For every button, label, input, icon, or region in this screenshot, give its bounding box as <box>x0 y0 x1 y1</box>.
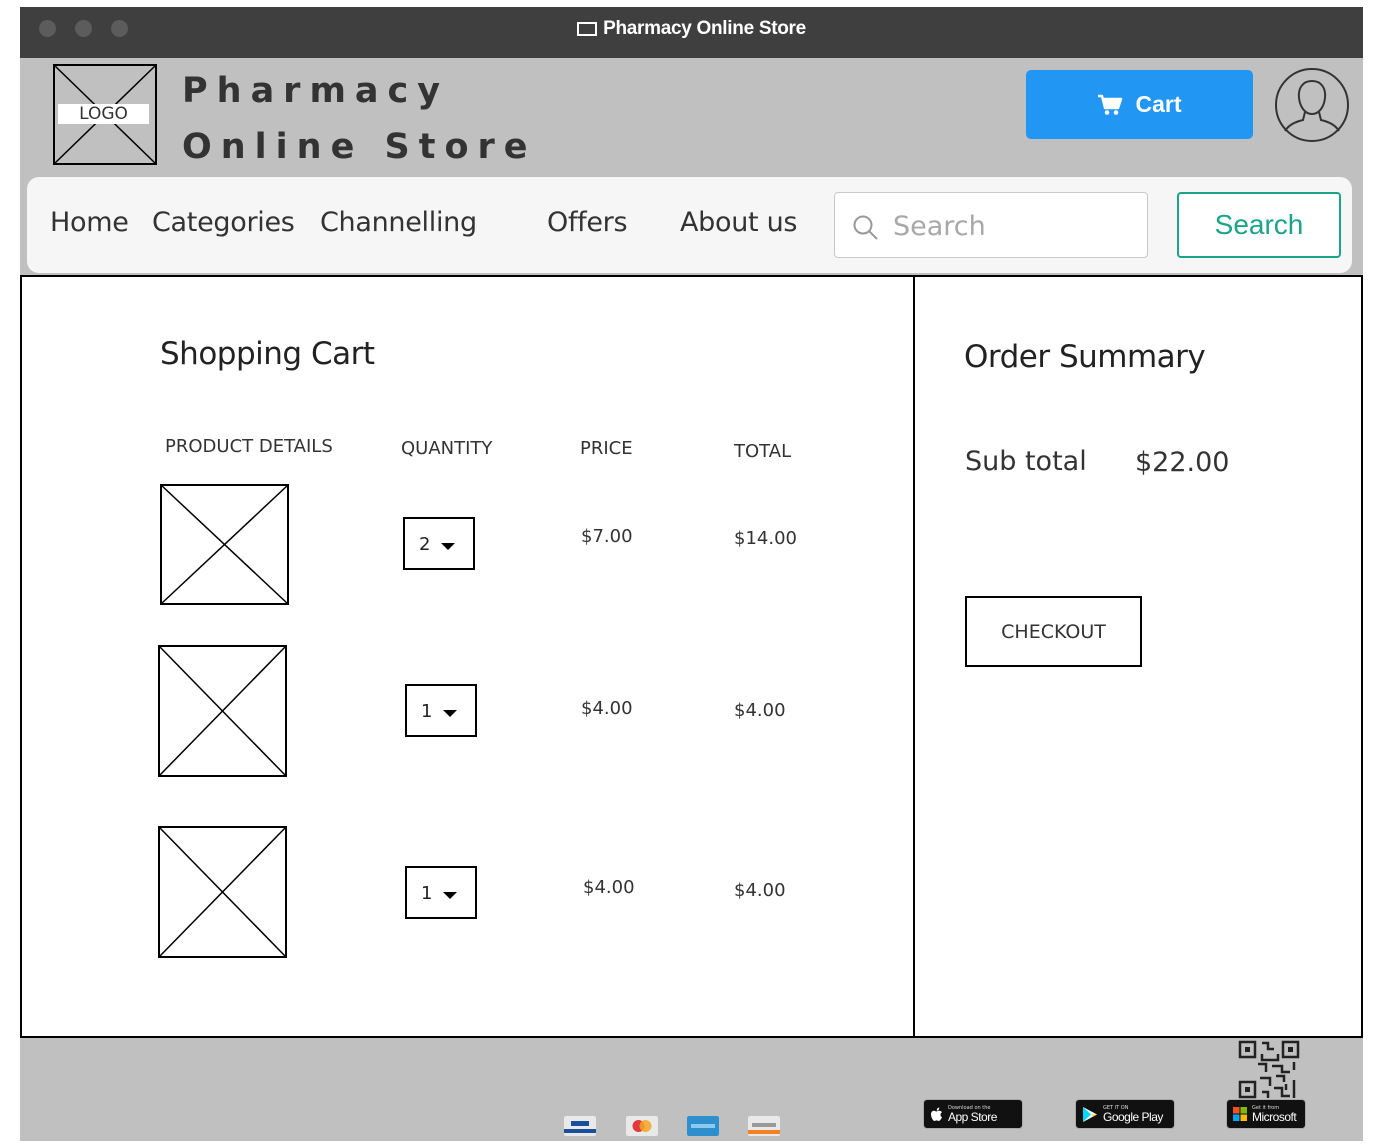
subtotal-label: Sub total <box>965 446 1087 477</box>
amex-icon <box>687 1116 719 1136</box>
navigation-bar: Home Categories Channelling Offers About… <box>27 177 1352 273</box>
dropdown-arrow-icon <box>443 892 457 899</box>
item-total: $4.00 <box>734 880 786 901</box>
column-header-total: TOTAL <box>734 441 792 462</box>
image-placeholder-icon <box>160 484 289 605</box>
app-store-big-text: App Store <box>948 1110 997 1124</box>
panel-divider <box>913 277 915 1042</box>
product-image-placeholder[interactable] <box>158 645 287 777</box>
search-icon <box>853 215 878 240</box>
cart-button-label: Cart <box>1135 91 1182 117</box>
order-summary-heading: Order Summary <box>964 339 1206 375</box>
item-price: $4.00 <box>583 877 635 898</box>
app-store-badge-text: Download on the App Store <box>948 1105 997 1123</box>
quantity-value: 1 <box>421 883 433 904</box>
site-header: LOGO Pharmacy Online Store Cart Home Cat… <box>20 58 1363 278</box>
nav-item-categories[interactable]: Categories <box>152 207 295 238</box>
brand-name-line1: Pharmacy <box>182 71 450 111</box>
shopping-cart-heading: Shopping Cart <box>160 336 375 372</box>
checkout-button[interactable]: CHECKOUT <box>965 596 1142 667</box>
visa-icon <box>564 1116 596 1136</box>
shopping-cart-icon <box>1098 94 1123 115</box>
nav-item-home[interactable]: Home <box>50 207 129 238</box>
quantity-value: 1 <box>421 701 433 722</box>
nav-item-offers[interactable]: Offers <box>547 207 628 238</box>
column-header-product-details: PRODUCT DETAILS <box>165 436 333 457</box>
user-avatar-svg <box>1275 68 1349 142</box>
microsoft-big-text: Microsoft <box>1252 1110 1297 1124</box>
mastercard-icon <box>626 1116 658 1136</box>
product-image-placeholder[interactable] <box>158 826 287 958</box>
google-play-badge[interactable]: GET IT ON Google Play <box>1075 1099 1175 1129</box>
window-title: Pharmacy Online Store <box>20 7 1363 51</box>
microsoft-icon <box>1233 1107 1247 1121</box>
item-total: $4.00 <box>734 700 786 721</box>
app-store-badge[interactable]: Download on the App Store <box>923 1099 1023 1129</box>
item-price: $7.00 <box>581 526 633 547</box>
subtotal-value: $22.00 <box>1135 447 1230 478</box>
nav-item-channelling[interactable]: Channelling <box>320 207 477 238</box>
item-price: $4.00 <box>581 698 633 719</box>
google-play-icon <box>1083 1106 1097 1122</box>
brand-name-line2: Online Store <box>182 127 537 167</box>
logo-placeholder[interactable]: LOGO <box>53 64 157 165</box>
product-image-placeholder[interactable] <box>160 484 289 605</box>
quantity-select[interactable]: 2 <box>403 517 475 570</box>
item-total: $14.00 <box>734 528 797 549</box>
window-title-icon <box>577 22 598 36</box>
site-footer: Download on the App Store GET IT ON Goog… <box>20 1038 1363 1141</box>
column-header-price: PRICE <box>580 438 633 459</box>
browser-window: Pharmacy Online Store LOGO Pharmacy Onli… <box>20 7 1363 1141</box>
dropdown-arrow-icon <box>443 710 457 717</box>
microsoft-badge-text: Get it from Microsoft <box>1252 1105 1297 1124</box>
column-header-quantity: QUANTITY <box>401 438 493 459</box>
window-title-text: Pharmacy Online Store <box>603 18 806 39</box>
cart-button[interactable]: Cart <box>1026 70 1253 139</box>
image-placeholder-icon <box>158 826 287 958</box>
qr-code-icon <box>1238 1040 1300 1099</box>
search-input[interactable] <box>891 205 1135 247</box>
title-bar: Pharmacy Online Store <box>20 7 1363 58</box>
apple-icon <box>931 1107 942 1121</box>
nav-item-about-us[interactable]: About us <box>680 207 798 238</box>
user-avatar-icon[interactable] <box>1274 67 1350 143</box>
discover-icon <box>748 1116 780 1136</box>
quantity-select[interactable]: 1 <box>405 866 477 919</box>
microsoft-store-badge[interactable]: Get it from Microsoft <box>1226 1099 1306 1129</box>
image-placeholder-icon <box>158 645 287 777</box>
google-play-badge-text: GET IT ON Google Play <box>1103 1105 1163 1123</box>
quantity-select[interactable]: 1 <box>405 684 477 737</box>
logo-label: LOGO <box>58 104 149 124</box>
main-content: Shopping Cart PRODUCT DETAILS QUANTITY P… <box>20 275 1363 1042</box>
quantity-value: 2 <box>419 534 431 555</box>
google-play-big-text: Google Play <box>1103 1110 1163 1124</box>
search-field[interactable] <box>834 192 1148 258</box>
search-button[interactable]: Search <box>1177 192 1341 258</box>
dropdown-arrow-icon <box>441 543 455 550</box>
